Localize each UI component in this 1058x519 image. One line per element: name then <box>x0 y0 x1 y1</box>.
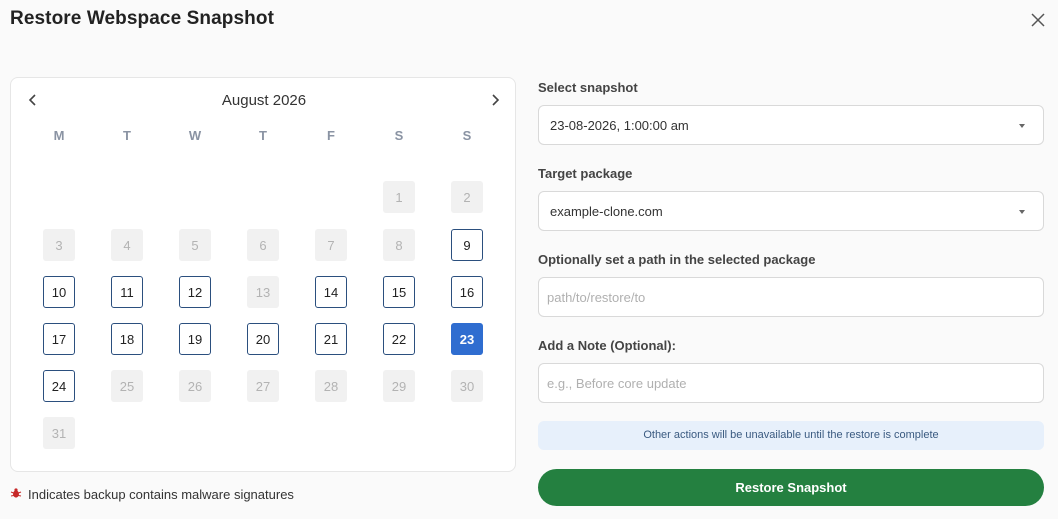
calendar-day: 26 <box>179 370 211 402</box>
calendar-day[interactable]: 16 <box>451 276 483 308</box>
calendar-day: 30 <box>451 370 483 402</box>
weekday-label: T <box>259 128 267 143</box>
calendar-day: 1 <box>383 181 415 213</box>
calendar-day[interactable]: 20 <box>247 323 279 355</box>
calendar-day: 6 <box>247 229 279 261</box>
calendar-day[interactable]: 24 <box>43 370 75 402</box>
malware-legend: Indicates backup contains malware signat… <box>10 487 294 502</box>
calendar-day: 31 <box>43 417 75 449</box>
weekday-label: W <box>188 128 202 143</box>
chevron-right-icon[interactable] <box>485 90 505 110</box>
weekday-label: F <box>327 128 335 143</box>
calendar-day[interactable]: 14 <box>315 276 347 308</box>
month-label: August 2026 <box>221 92 307 109</box>
note-label: Add a Note (Optional): <box>538 338 676 353</box>
calendar-day: 2 <box>451 181 483 213</box>
snapshot-label: Select snapshot <box>538 80 638 95</box>
path-field-wrapper <box>538 277 1044 317</box>
package-select[interactable]: example-clone.com <box>538 191 1044 231</box>
calendar-day[interactable]: 21 <box>315 323 347 355</box>
calendar-day[interactable]: 15 <box>383 276 415 308</box>
weekday-label: S <box>394 128 404 143</box>
calendar-day[interactable]: 12 <box>179 276 211 308</box>
path-label: Optionally set a path in the selected pa… <box>538 252 816 267</box>
close-icon[interactable] <box>1028 10 1048 30</box>
path-input[interactable] <box>539 278 1043 316</box>
note-input[interactable] <box>539 364 1043 402</box>
snapshot-select[interactable]: 23-08-2026, 1:00:00 am <box>538 105 1044 145</box>
calendar-day: 28 <box>315 370 347 402</box>
calendar-day[interactable]: 18 <box>111 323 143 355</box>
calendar-day: 3 <box>43 229 75 261</box>
snapshot-select-value: 23-08-2026, 1:00:00 am <box>550 118 689 133</box>
weekday-label: M <box>53 128 65 143</box>
note-field-wrapper <box>538 363 1044 403</box>
weekday-label: T <box>123 128 131 143</box>
restore-snapshot-button[interactable]: Restore Snapshot <box>538 469 1044 506</box>
calendar-day: 8 <box>383 229 415 261</box>
legend-text: Indicates backup contains malware signat… <box>28 487 294 502</box>
caret-down-icon <box>1019 210 1025 214</box>
calendar-day: 4 <box>111 229 143 261</box>
calendar-day[interactable]: 17 <box>43 323 75 355</box>
calendar: August 2026 MTWTFSS 1 2 3 4 5 6 7 8 9 10 11 12 13 14 1… <box>10 77 516 472</box>
calendar-day[interactable]: 9 <box>451 229 483 261</box>
package-label: Target package <box>538 166 633 181</box>
calendar-day[interactable]: 11 <box>111 276 143 308</box>
calendar-day: 27 <box>247 370 279 402</box>
calendar-day: 29 <box>383 370 415 402</box>
calendar-day: 13 <box>247 276 279 308</box>
calendar-day-selected[interactable]: 23 <box>451 323 483 355</box>
calendar-day[interactable]: 10 <box>43 276 75 308</box>
dialog-title: Restore Webspace Snapshot <box>10 8 275 29</box>
calendar-day[interactable]: 19 <box>179 323 211 355</box>
weekday-label: S <box>462 128 472 143</box>
restore-dialog: Restore Webspace Snapshot August 2026 M T… <box>0 0 1058 519</box>
calendar-day[interactable]: 22 <box>383 323 415 355</box>
caret-down-icon <box>1019 124 1025 128</box>
calendar-day: 7 <box>315 229 347 261</box>
calendar-day: 25 <box>111 370 143 402</box>
package-select-value: example-clone.com <box>550 204 663 219</box>
calendar-day: 5 <box>179 229 211 261</box>
bug-icon <box>10 487 28 502</box>
restore-info-banner: Other actions will be unavailable until … <box>538 421 1044 450</box>
